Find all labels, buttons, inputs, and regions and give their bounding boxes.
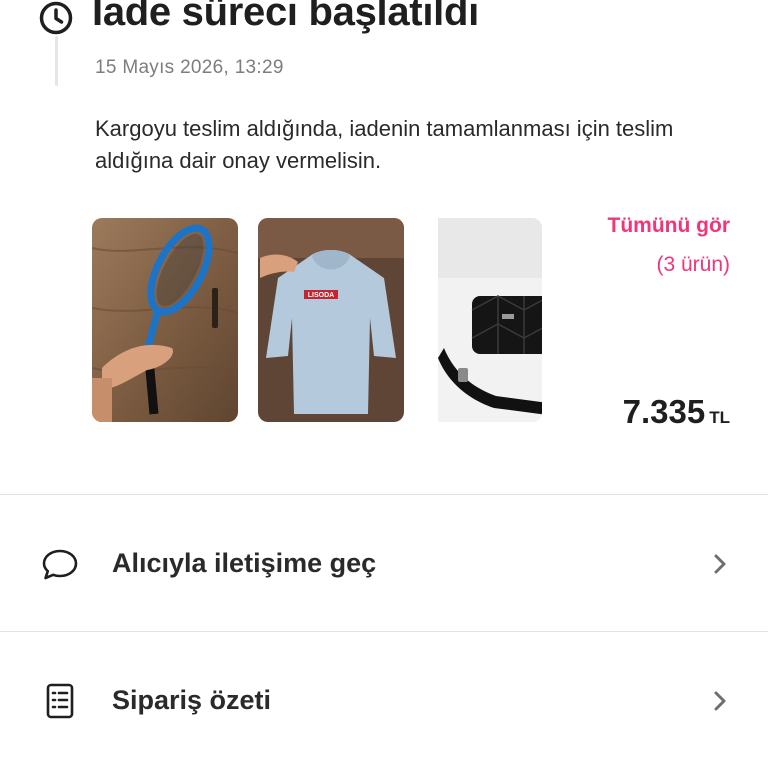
timeline-line [55,36,58,86]
return-status-page: İade süreci başlatıldı 15 Mayıs 2026, 13… [0,0,768,768]
svg-text:LISODA: LISODA [308,292,334,299]
divider [0,631,768,632]
hoodie-image: LISODA [258,218,404,422]
chat-bubble-icon [42,549,78,580]
chevron-right-icon [714,554,726,574]
product-thumbnails[interactable]: LISODA [92,218,542,422]
product-thumbnail-racket[interactable] [92,218,238,422]
see-all-link[interactable]: Tümünü gör [608,214,730,238]
contact-buyer-label: Alıcıyla iletişime geç [112,548,377,578]
status-timestamp: 15 Mayıs 2026, 13:29 [95,57,284,78]
price-currency: TL [709,408,730,427]
tennis-racket-image [92,218,238,422]
order-summary-label: Sipariş özeti [112,685,272,715]
contact-buyer-row[interactable]: Alıcıyla iletişime geç [0,518,768,608]
product-thumbnail-hoodie[interactable]: LISODA [258,218,404,422]
divider [0,494,768,495]
status-description: Kargoyu teslim aldığında, iadenin tamaml… [95,116,674,173]
order-summary-row[interactable]: Sipariş özeti [0,655,768,745]
page-title: İade süreci başlatıldı [92,0,479,34]
item-count: (3 ürün) [656,253,730,276]
price-value: 7.335 [622,393,706,430]
bag-image [438,218,542,422]
total-price: 7.335 TL [623,393,730,431]
chevron-right-icon [714,691,726,711]
product-thumbnail-bag[interactable] [424,218,542,422]
clock-icon [39,1,73,35]
document-list-icon [46,683,74,719]
